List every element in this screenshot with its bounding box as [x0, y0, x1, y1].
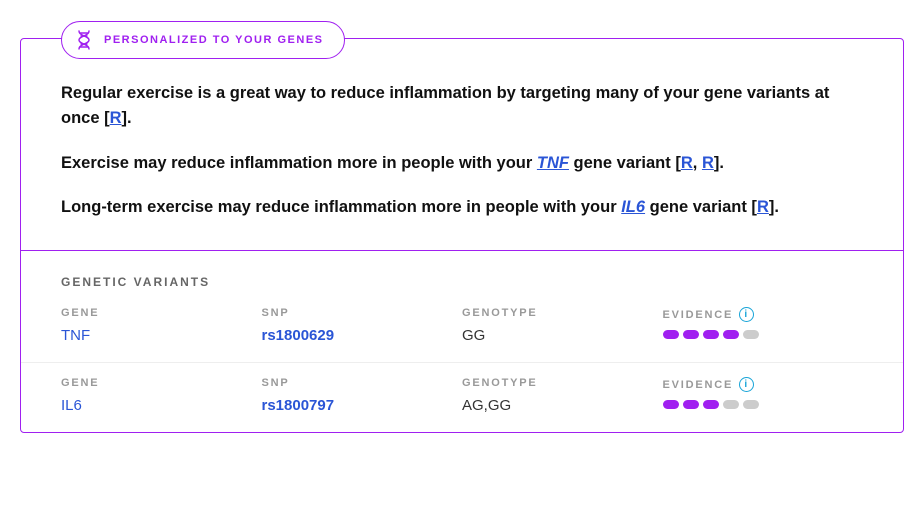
gene-value[interactable]: TNF: [61, 327, 262, 344]
info-icon[interactable]: i: [739, 307, 754, 322]
evidence-dot: [703, 400, 719, 409]
badge: PERSONALIZED TO YOUR GENES: [61, 21, 345, 59]
evidence-dot: [723, 400, 739, 409]
col-label-gene: GENE: [61, 377, 262, 389]
content-body: Regular exercise is a great way to reduc…: [21, 39, 903, 250]
variant-row: GENE TNFSNP rs1800629 GENOTYPE GGEVIDENCE i: [21, 305, 903, 362]
evidence-dot: [743, 330, 759, 339]
gene-value[interactable]: IL6: [61, 397, 262, 414]
col-label-snp: SNP: [262, 307, 463, 319]
personalized-card: PERSONALIZED TO YOUR GENES Regular exerc…: [20, 38, 904, 433]
info-icon[interactable]: i: [739, 377, 754, 392]
dna-icon: [76, 30, 92, 50]
text: gene variant [: [645, 198, 757, 216]
evidence-dot: [663, 400, 679, 409]
col-label-gene: GENE: [61, 307, 262, 319]
evidence-dot: [723, 330, 739, 339]
snp-value[interactable]: rs1800629: [262, 327, 463, 344]
reference-link[interactable]: R: [757, 198, 769, 216]
evidence-dot: [663, 330, 679, 339]
evidence-dot: [743, 400, 759, 409]
reference-link[interactable]: R: [110, 109, 122, 127]
variants-section: GENETIC VARIANTS GENETNFSNPrs1800629GENO…: [21, 250, 903, 432]
evidence-dot: [683, 330, 699, 339]
paragraph-3: Long-term exercise may reduce inflammati…: [61, 195, 863, 220]
variants-title: GENETIC VARIANTS: [21, 251, 903, 305]
genotype-value: GG: [462, 327, 663, 344]
reference-link[interactable]: R: [702, 154, 714, 172]
paragraph-2: Exercise may reduce inflammation more in…: [61, 151, 863, 176]
snp-value[interactable]: rs1800797: [262, 397, 463, 414]
reference-link[interactable]: R: [681, 154, 693, 172]
evidence-dot: [703, 330, 719, 339]
col-label-evidence: EVIDENCE i: [663, 307, 864, 322]
evidence-meter: [663, 330, 864, 339]
evidence-meter: [663, 400, 864, 409]
col-label-evidence: EVIDENCE i: [663, 377, 864, 392]
badge-label: PERSONALIZED TO YOUR GENES: [104, 34, 324, 46]
text: Exercise may reduce inflammation more in…: [61, 154, 537, 172]
text: Regular exercise is a great way to reduc…: [61, 84, 829, 127]
col-label-snp: SNP: [262, 377, 463, 389]
gene-link-il6[interactable]: IL6: [621, 198, 645, 216]
text: Long-term exercise may reduce inflammati…: [61, 198, 621, 216]
text: ,: [693, 154, 702, 172]
paragraph-1: Regular exercise is a great way to reduc…: [61, 81, 863, 131]
text: ].: [769, 198, 779, 216]
text: gene variant [: [569, 154, 681, 172]
text: ].: [714, 154, 724, 172]
col-label-genotype: GENOTYPE: [462, 307, 663, 319]
evidence-dot: [683, 400, 699, 409]
variant-row: GENE IL6SNP rs1800797 GENOTYPE AG,GGEVIDENCE…: [21, 362, 903, 432]
gene-link-tnf[interactable]: TNF: [537, 154, 569, 172]
col-label-genotype: GENOTYPE: [462, 377, 663, 389]
genotype-value: AG,GG: [462, 397, 663, 414]
text: ].: [122, 109, 132, 127]
